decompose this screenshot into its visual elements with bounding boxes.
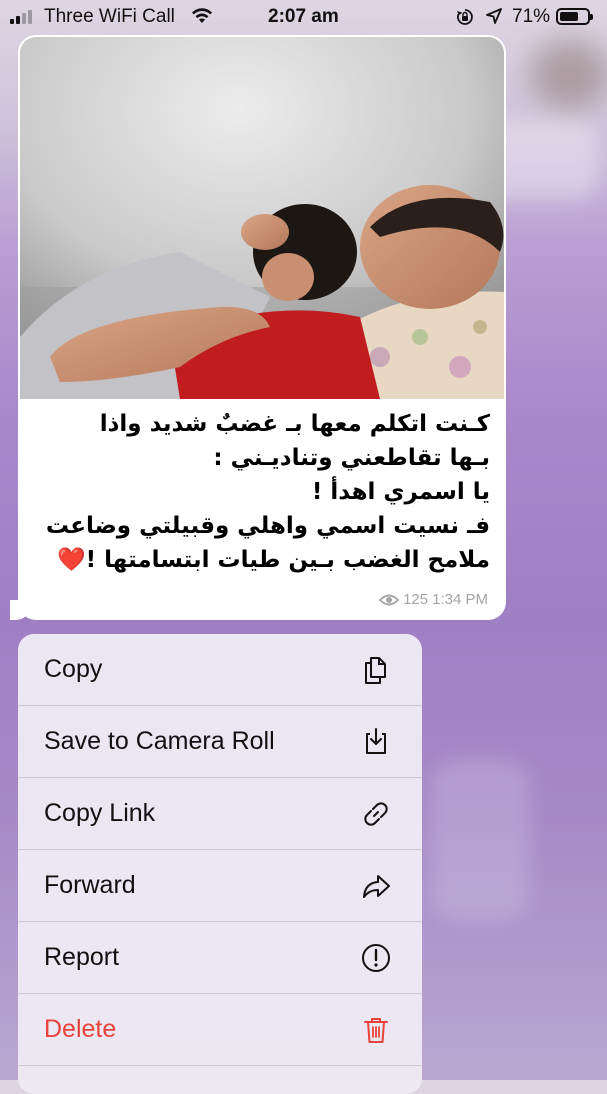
signal-icon bbox=[10, 10, 36, 24]
clock: 2:07 am bbox=[268, 6, 339, 27]
report-exclamation-icon bbox=[362, 944, 390, 972]
link-icon bbox=[364, 802, 388, 826]
location-icon bbox=[486, 8, 502, 24]
menu-item-label: Copy Link bbox=[44, 799, 156, 827]
background-avatar bbox=[530, 38, 607, 110]
message-line: بـها تقاطعني وتناديـني : bbox=[213, 445, 490, 471]
message-line: ملامح الغضب بـين طيات ابتسامتها !❤️ bbox=[57, 547, 490, 573]
rotation-lock-icon bbox=[457, 9, 473, 25]
carrier-name: Three WiFi Call bbox=[44, 6, 175, 27]
menu-item-copy-link[interactable]: Copy Link bbox=[18, 778, 422, 850]
menu-item-report[interactable]: Report bbox=[18, 922, 422, 994]
context-menu: Copy Save to Camera Roll Copy Link Forwa… bbox=[18, 634, 422, 1094]
menu-item-copy[interactable]: Copy bbox=[18, 634, 422, 706]
message-bubble[interactable]: كـنت اتكلم معها بـ غضبٌ شديد واذا بـها ت… bbox=[10, 35, 506, 620]
save-download-icon bbox=[366, 728, 386, 754]
battery-percent: 71% bbox=[512, 6, 551, 27]
photo-image bbox=[20, 37, 504, 399]
trash-icon bbox=[364, 1018, 388, 1043]
message-time: 1:34 PM bbox=[432, 591, 488, 608]
menu-item-delete[interactable]: Delete bbox=[18, 994, 422, 1066]
copy-icon bbox=[365, 657, 386, 684]
message-meta: 125 1:34 PM bbox=[379, 591, 488, 608]
message-photo[interactable] bbox=[20, 37, 504, 399]
background-blur bbox=[430, 760, 530, 920]
eye-icon bbox=[379, 594, 400, 605]
menu-item-label: Delete bbox=[44, 1015, 117, 1043]
view-count: 125 bbox=[403, 591, 429, 608]
bubble-tail bbox=[10, 600, 30, 620]
message-line: كـنت اتكلم معها بـ غضبٌ شديد واذا bbox=[99, 411, 490, 437]
menu-item-label: Report bbox=[44, 943, 120, 971]
menu-item-label: Copy bbox=[44, 655, 103, 683]
battery-level bbox=[560, 12, 578, 21]
battery-icon bbox=[556, 8, 593, 25]
menu-item-label: Forward bbox=[44, 871, 136, 899]
menu-item-forward[interactable]: Forward bbox=[18, 850, 422, 922]
message-line: يا اسمري اهدأ ! bbox=[311, 479, 490, 505]
status-bar: Three WiFi Call 2:07 am 71% bbox=[0, 0, 607, 34]
message-text: كـنت اتكلم معها بـ غضبٌ شديد واذا بـها ت… bbox=[38, 407, 490, 577]
forward-arrow-icon bbox=[363, 875, 390, 898]
message-line: فـ نسيت اسمي واهلي وقبيلتي وضاعت bbox=[45, 513, 490, 539]
menu-item-label: Save to Camera Roll bbox=[44, 727, 275, 755]
menu-item-save-to-camera-roll[interactable]: Save to Camera Roll bbox=[18, 706, 422, 778]
wifi-icon bbox=[192, 8, 212, 23]
